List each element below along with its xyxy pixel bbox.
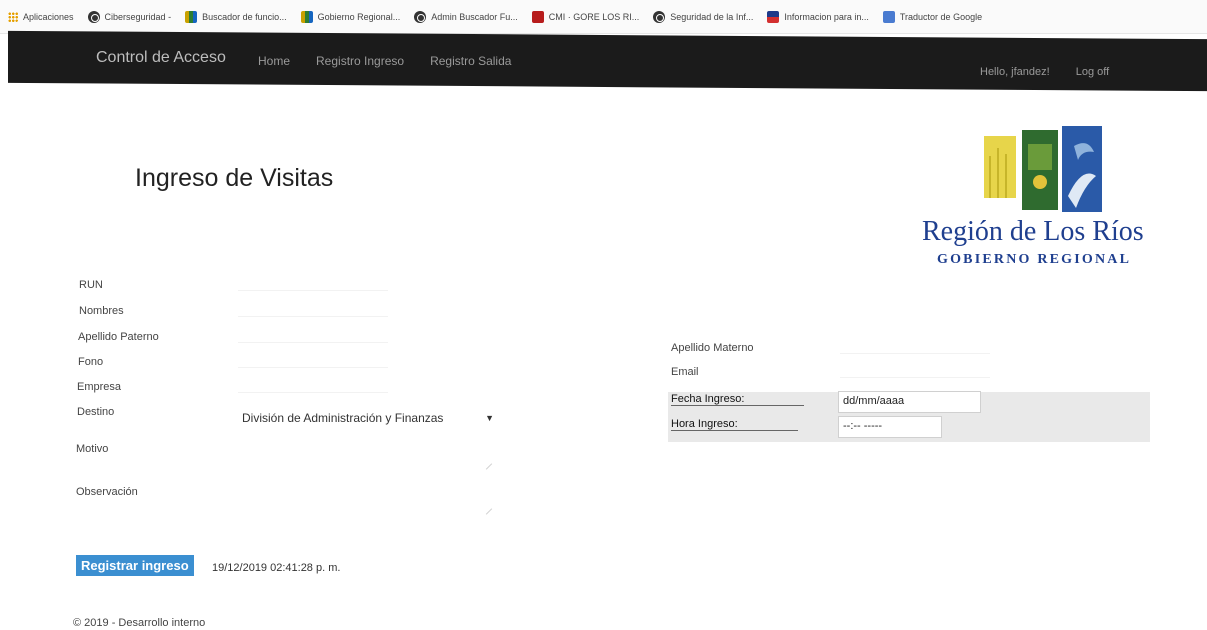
destino-select[interactable]: División de Administración y Finanzas ▼ bbox=[238, 408, 498, 428]
gore-icon bbox=[300, 10, 313, 23]
apellido-paterno-label: Apellido Paterno bbox=[78, 331, 159, 343]
motivo-textarea[interactable] bbox=[238, 435, 498, 471]
apellido-materno-label: Apellido Materno bbox=[671, 342, 754, 354]
navbar-user: Hello, jfandez! Log off bbox=[980, 66, 1109, 78]
hora-ingreso-label: Hora Ingreso: bbox=[671, 418, 798, 431]
registrar-ingreso-button[interactable]: Registrar ingreso bbox=[76, 555, 194, 576]
translate-icon bbox=[882, 10, 895, 23]
apellido-paterno-input[interactable] bbox=[238, 329, 388, 343]
nombres-input[interactable] bbox=[238, 303, 388, 317]
observacion-label: Observación bbox=[76, 486, 138, 498]
cmi-icon bbox=[531, 10, 544, 23]
bookmark-gobierno-regional[interactable]: Gobierno Regional... bbox=[300, 10, 401, 23]
motivo-label: Motivo bbox=[76, 443, 109, 455]
bookmark-informacion[interactable]: Informacion para in... bbox=[767, 10, 869, 23]
run-input[interactable] bbox=[238, 277, 388, 291]
hora-ingreso-placeholder: --:-- ----- bbox=[843, 420, 883, 432]
email-input[interactable] bbox=[840, 364, 990, 378]
bookmark-label: Ciberseguridad - bbox=[104, 11, 172, 22]
bookmarks-bar: Aplicaciones Ciberseguridad - Buscador d… bbox=[0, 0, 1207, 34]
footer-copyright: © 2019 - Desarrollo interno bbox=[73, 617, 206, 629]
current-timestamp: 19/12/2019 02:41:28 p. m. bbox=[212, 562, 341, 574]
bookmark-label: CMI · GORE LOS RI... bbox=[548, 11, 640, 22]
bookmark-label: Informacion para in... bbox=[784, 11, 869, 22]
bookmark-buscador[interactable]: Buscador de funcio... bbox=[185, 10, 287, 23]
bookmark-apps[interactable]: Aplicaciones bbox=[8, 11, 74, 22]
nav-registro-salida[interactable]: Registro Salida bbox=[430, 54, 511, 68]
fono-label: Fono bbox=[78, 356, 104, 368]
logo-subtitle: GOBIERNO REGIONAL bbox=[937, 252, 1132, 267]
run-label: RUN bbox=[79, 279, 103, 291]
globe-icon bbox=[87, 10, 100, 23]
bookmark-cmi[interactable]: CMI · GORE LOS RI... bbox=[531, 10, 640, 23]
page-title: Ingreso de Visitas bbox=[135, 164, 334, 192]
observacion-textarea[interactable] bbox=[238, 480, 498, 516]
region-logo: Región de Los Ríos GOBIERNO REGIONAL bbox=[918, 124, 1168, 274]
apellido-materno-input[interactable] bbox=[840, 340, 990, 354]
fecha-ingreso-label: Fecha Ingreso: bbox=[671, 393, 805, 406]
region-emblem-icon bbox=[984, 126, 1102, 212]
empresa-label: Empresa bbox=[77, 381, 122, 393]
nav-home[interactable]: Home bbox=[258, 54, 290, 68]
bookmark-label: Aplicaciones bbox=[23, 11, 74, 22]
bookmark-label: Buscador de funcio... bbox=[202, 11, 287, 22]
navbar-links: Home Registro Ingreso Registro Salida bbox=[258, 54, 511, 68]
hora-ingreso-input[interactable]: --:-- ----- bbox=[838, 416, 942, 438]
navbar-brand[interactable]: Control de Acceso bbox=[96, 49, 226, 67]
user-greeting-link[interactable]: Hello, jfandez! bbox=[980, 66, 1050, 78]
bookmark-label: Admin Buscador Fu... bbox=[431, 11, 518, 22]
nombres-label: Nombres bbox=[79, 305, 124, 317]
apps-icon bbox=[8, 11, 18, 22]
bookmark-ciberseguridad[interactable]: Ciberseguridad - bbox=[87, 10, 172, 23]
globe-icon bbox=[653, 10, 666, 23]
destino-selected-value: División de Administración y Finanzas bbox=[242, 411, 444, 425]
destino-label: Destino bbox=[77, 406, 115, 418]
empresa-input[interactable] bbox=[238, 379, 388, 393]
dropdown-arrow-icon: ▼ bbox=[485, 413, 494, 423]
bookmark-label: Gobierno Regional... bbox=[317, 11, 401, 22]
flag-icon bbox=[767, 10, 780, 23]
bookmark-traductor[interactable]: Traductor de Google bbox=[882, 10, 983, 23]
email-label: Email bbox=[671, 366, 699, 378]
bookmark-label: Seguridad de la Inf... bbox=[670, 11, 754, 22]
bookmark-admin-buscador[interactable]: Admin Buscador Fu... bbox=[414, 10, 518, 23]
fecha-ingreso-input[interactable]: dd/mm/aaaa bbox=[838, 391, 981, 413]
gore-icon bbox=[185, 10, 198, 23]
fono-input[interactable] bbox=[238, 354, 388, 368]
logo-title: Región de Los Ríos bbox=[922, 216, 1144, 247]
bookmark-label: Traductor de Google bbox=[899, 11, 983, 22]
nav-registro-ingreso[interactable]: Registro Ingreso bbox=[316, 54, 404, 68]
fecha-ingreso-placeholder: dd/mm/aaaa bbox=[843, 395, 905, 407]
logoff-link[interactable]: Log off bbox=[1076, 66, 1109, 78]
bookmark-seguridad[interactable]: Seguridad de la Inf... bbox=[653, 10, 754, 23]
globe-icon bbox=[414, 10, 427, 23]
